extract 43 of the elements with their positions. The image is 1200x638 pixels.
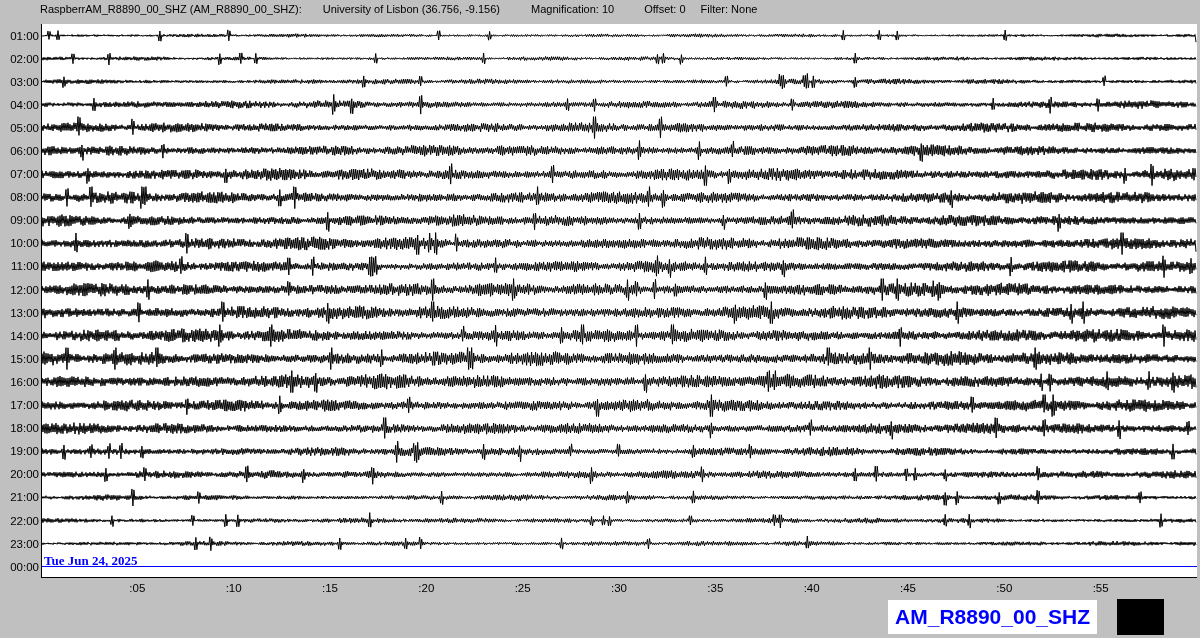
axis-tick-label: :25 bbox=[514, 582, 531, 595]
filter-text: Filter: None bbox=[700, 2, 758, 16]
hour-label: 08:00 bbox=[9, 190, 40, 206]
hour-label: 10:00 bbox=[9, 236, 40, 252]
hour-label: 21:00 bbox=[9, 490, 40, 506]
axis-tick-label: :20 bbox=[418, 582, 435, 595]
hour-label: 22:00 bbox=[9, 513, 40, 529]
axis-tick-label: :35 bbox=[707, 582, 724, 595]
hour-label: 12:00 bbox=[9, 282, 40, 298]
hour-label: 04:00 bbox=[9, 97, 40, 113]
hour-label: 23:00 bbox=[9, 536, 40, 552]
hour-label: 16:00 bbox=[9, 374, 40, 390]
hour-label: 00:00 bbox=[9, 559, 40, 575]
hour-label: 11:00 bbox=[10, 259, 40, 275]
offset-text: Offset: 0 bbox=[644, 2, 686, 16]
hour-label: 02:00 bbox=[9, 51, 40, 67]
hour-label: 06:00 bbox=[9, 144, 40, 159]
hour-label: 13:00 bbox=[9, 305, 40, 321]
axis-tick-label: :10 bbox=[225, 582, 242, 595]
location-text: University of Lisbon (36.756, -9.156) bbox=[322, 2, 500, 16]
hour-label: 09:00 bbox=[9, 213, 40, 229]
hour-label: 01:00 bbox=[9, 28, 40, 44]
hour-label: 20:00 bbox=[9, 467, 40, 483]
axis-tick-label: :30 bbox=[611, 582, 627, 595]
hour-label: 15:00 bbox=[9, 351, 40, 367]
date-label: Tue Jun 24, 2025 bbox=[44, 555, 138, 568]
color-swatch bbox=[1117, 599, 1164, 636]
axis-tick-label: :50 bbox=[996, 582, 1013, 595]
axis-tick-label: :05 bbox=[129, 582, 146, 595]
axis-tick-label: :45 bbox=[900, 582, 916, 595]
magnification-text: Magnification: 10 bbox=[531, 2, 615, 16]
hour-label: 14:00 bbox=[9, 328, 40, 344]
hour-label: 17:00 bbox=[9, 398, 40, 414]
hour-label: 07:00 bbox=[9, 167, 40, 183]
station-label: AM_R8890_00_SHZ bbox=[888, 600, 1097, 635]
hour-label: 03:00 bbox=[9, 74, 40, 90]
station-title: RaspberrAM_R8890_00_SHZ (AM_R8890_00_SHZ): bbox=[40, 2, 302, 16]
hour-label: 18:00 bbox=[9, 421, 40, 437]
hour-label: 05:00 bbox=[9, 120, 40, 136]
axis-tick-label: :40 bbox=[803, 582, 820, 595]
axis-tick-label: :55 bbox=[1092, 582, 1109, 595]
axis-tick-label: :15 bbox=[322, 582, 338, 595]
hour-label: 19:00 bbox=[9, 444, 40, 460]
